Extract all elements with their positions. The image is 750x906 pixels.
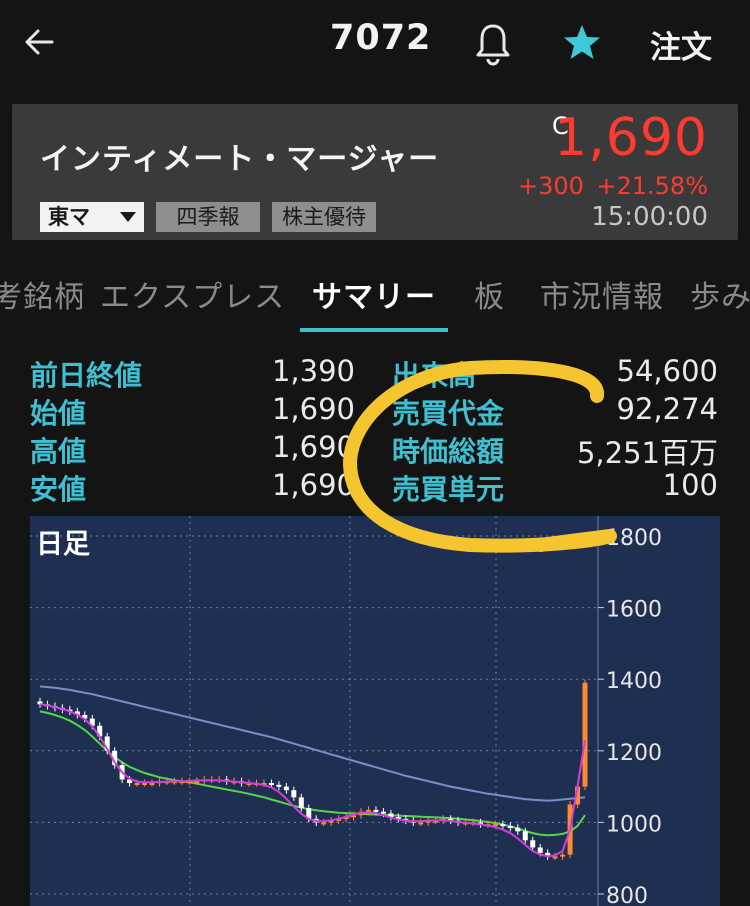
y-tick-label: 1400 bbox=[606, 669, 662, 694]
current-price: 1,690 bbox=[554, 108, 708, 168]
stock-code: 7072 bbox=[330, 18, 432, 58]
summary-label: 売買単元 bbox=[392, 473, 505, 506]
candle-body bbox=[149, 783, 155, 786]
summary-value: 54,600 bbox=[616, 354, 718, 388]
summary-value: 1,690 bbox=[271, 468, 355, 502]
candle-body bbox=[321, 822, 327, 825]
candle-body bbox=[380, 811, 386, 814]
tab-order-book[interactable]: 板 bbox=[474, 272, 505, 316]
moving-average-long bbox=[39, 685, 586, 802]
candlestick-chart: 1800 1600 1400 1200 1000 800 bbox=[30, 516, 720, 906]
summary-value: 5,251百万 bbox=[576, 436, 718, 470]
tab-express[interactable]: エクスプレス bbox=[100, 272, 285, 316]
active-tab-indicator bbox=[300, 328, 448, 332]
tab-market-info[interactable]: 市況情報 bbox=[540, 272, 664, 316]
summary-label: 売買代金 bbox=[392, 397, 505, 430]
candle-body bbox=[276, 784, 282, 787]
candle-body bbox=[291, 790, 297, 798]
y-tick-label: 800 bbox=[606, 884, 648, 906]
star-icon[interactable] bbox=[562, 22, 602, 62]
y-tick-label: 1200 bbox=[606, 741, 662, 766]
candle-body bbox=[373, 809, 379, 812]
back-arrow-icon[interactable] bbox=[22, 22, 62, 62]
chevron-down-icon bbox=[120, 212, 136, 222]
summary-label: 安値 bbox=[30, 473, 87, 506]
candle-body bbox=[552, 856, 558, 859]
price-change-percent: +21.58% bbox=[596, 172, 708, 200]
candle-body bbox=[560, 854, 566, 857]
candle-body bbox=[582, 682, 588, 787]
order-button[interactable]: 注文 bbox=[650, 22, 712, 67]
chart-title: 日足 bbox=[36, 529, 90, 560]
summary-value: 92,274 bbox=[616, 392, 718, 426]
y-axis-panel bbox=[598, 516, 720, 906]
summary-label: 前日終値 bbox=[30, 359, 143, 392]
shareholder-benefit-tag[interactable]: 株主優待 bbox=[272, 202, 376, 232]
summary-label: 出来高 bbox=[392, 359, 477, 392]
candle-body bbox=[142, 783, 148, 786]
summary-value: 100 bbox=[662, 468, 718, 502]
candle-body bbox=[134, 783, 140, 786]
top-bar: 7072 注文 bbox=[0, 0, 750, 88]
candle-body bbox=[537, 847, 543, 853]
market-label: 東マ bbox=[48, 205, 90, 229]
y-tick-label: 1600 bbox=[606, 598, 662, 623]
summary-value: 1,690 bbox=[271, 430, 355, 464]
candle-body bbox=[530, 840, 536, 848]
candle-body bbox=[507, 825, 513, 828]
candle-body bbox=[418, 822, 424, 825]
summary-label: 始値 bbox=[30, 397, 87, 430]
summary-grid: 前日終値 1,390 始値 1,690 高値 1,690 安値 1,690 出来… bbox=[0, 350, 750, 510]
candle-body bbox=[283, 786, 289, 791]
summary-value: 1,690 bbox=[271, 392, 355, 426]
tab-trades[interactable]: 歩み bbox=[690, 272, 750, 316]
y-tick-label: 1000 bbox=[606, 812, 662, 837]
candle-body bbox=[298, 797, 304, 809]
candle-body bbox=[515, 827, 521, 832]
quote-card: インティメート・マージャー C 1,690 +300 +21.58% 東マ 四季… bbox=[12, 104, 738, 240]
market-selector[interactable]: 東マ bbox=[40, 202, 144, 232]
daily-chart[interactable]: 1800 1600 1400 1200 1000 800 日足 bbox=[30, 516, 720, 906]
summary-label: 高値 bbox=[30, 435, 87, 468]
tab-bar: 考銘柄 エクスプレス サマリー 板 市況情報 歩み bbox=[0, 262, 750, 332]
shikiho-tag[interactable]: 四季報 bbox=[156, 202, 260, 232]
quote-time: 15:00:00 bbox=[591, 202, 708, 232]
stock-name: インティメート・マージャー bbox=[40, 142, 440, 177]
bell-icon[interactable] bbox=[474, 22, 512, 66]
candle-body bbox=[522, 831, 528, 841]
summary-label: 時価総額 bbox=[392, 435, 505, 468]
tab-related-stocks[interactable]: 考銘柄 bbox=[0, 272, 85, 316]
candle-body bbox=[268, 783, 274, 786]
candle-body bbox=[500, 824, 506, 827]
y-tick-label: 1800 bbox=[606, 526, 662, 551]
tab-summary[interactable]: サマリー bbox=[312, 272, 436, 316]
summary-value: 1,390 bbox=[271, 354, 355, 388]
price-change: +300 bbox=[518, 172, 584, 200]
